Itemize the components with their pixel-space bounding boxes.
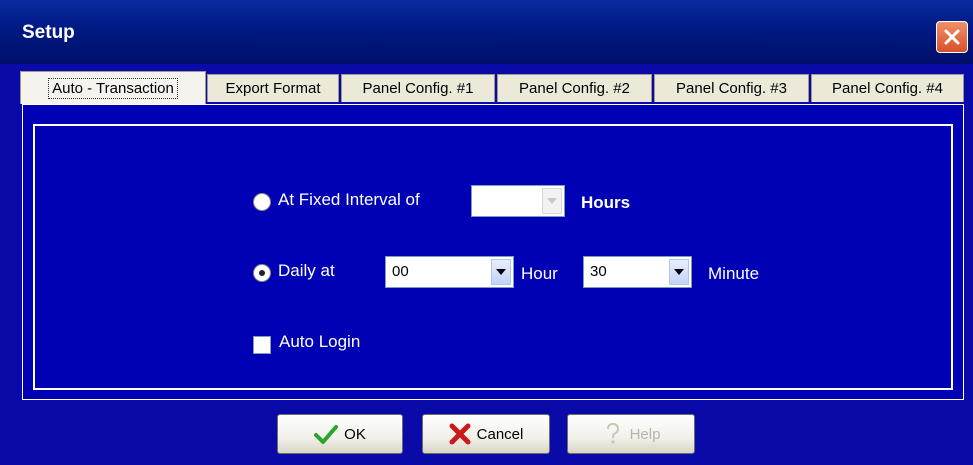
tab-label: Export Format [225,80,321,97]
cancel-button-label: Cancel [476,425,524,443]
tab-panel-config-2[interactable]: Panel Config. #2 [497,74,652,102]
help-button-label: Help [629,425,661,443]
daily-hour-unit: Hour [521,264,558,283]
tab-panel-config-4[interactable]: Panel Config. #4 [811,74,964,102]
title-bar[interactable]: Setup [0,0,973,64]
ok-button[interactable]: OK [277,414,403,454]
ok-button-label: OK [344,425,366,443]
help-button[interactable]: Help [567,414,695,454]
tab-panel-config-3[interactable]: Panel Config. #3 [654,74,809,102]
chevron-down-icon[interactable] [491,259,511,285]
daily-label: Daily at [278,261,335,280]
auto-login-checkbox[interactable] [253,336,271,354]
tab-label: Panel Config. #1 [362,80,474,97]
tab-strip: Auto - Transaction Export Format Panel C… [10,64,966,104]
close-button[interactable] [936,21,968,53]
settings-group: At Fixed Interval of Hours Daily at 00 H… [33,124,953,390]
daily-hour-value: 00 [392,263,409,280]
fixed-interval-unit: Hours [581,193,631,212]
tab-label: Panel Config. #4 [832,80,943,97]
question-icon [602,422,624,446]
tab-panel-config-1[interactable]: Panel Config. #1 [341,74,495,102]
window-title: Setup [22,22,75,43]
tab-label: Panel Config. #3 [676,80,787,97]
fixed-interval-label: At Fixed Interval of [278,190,420,209]
chevron-down-icon[interactable] [669,259,689,285]
cancel-button[interactable]: Cancel [422,414,550,454]
chevron-down-icon [542,188,562,214]
radio-selected-indicator [259,270,265,276]
tab-auto-transaction[interactable]: Auto - Transaction [20,71,206,104]
checkmark-icon [314,424,339,444]
daily-minute-select[interactable]: 30 [583,256,692,288]
setup-dialog: Setup Auto - Transaction Export Format P… [0,0,973,465]
tab-panel: At Fixed Interval of Hours Daily at 00 H… [22,104,964,400]
auto-login-label: Auto Login [279,332,361,351]
daily-minute-value: 30 [590,263,607,280]
fixed-interval-select[interactable] [471,185,565,217]
daily-radio[interactable] [253,264,271,282]
tab-label: Auto - Transaction [48,77,178,99]
tab-export-format[interactable]: Export Format [207,74,339,102]
x-icon [449,423,471,445]
daily-minute-unit: Minute [708,264,760,283]
fixed-interval-radio[interactable] [253,193,271,211]
daily-hour-select[interactable]: 00 [385,256,514,288]
close-icon [943,28,961,46]
tab-label: Panel Config. #2 [519,80,630,97]
